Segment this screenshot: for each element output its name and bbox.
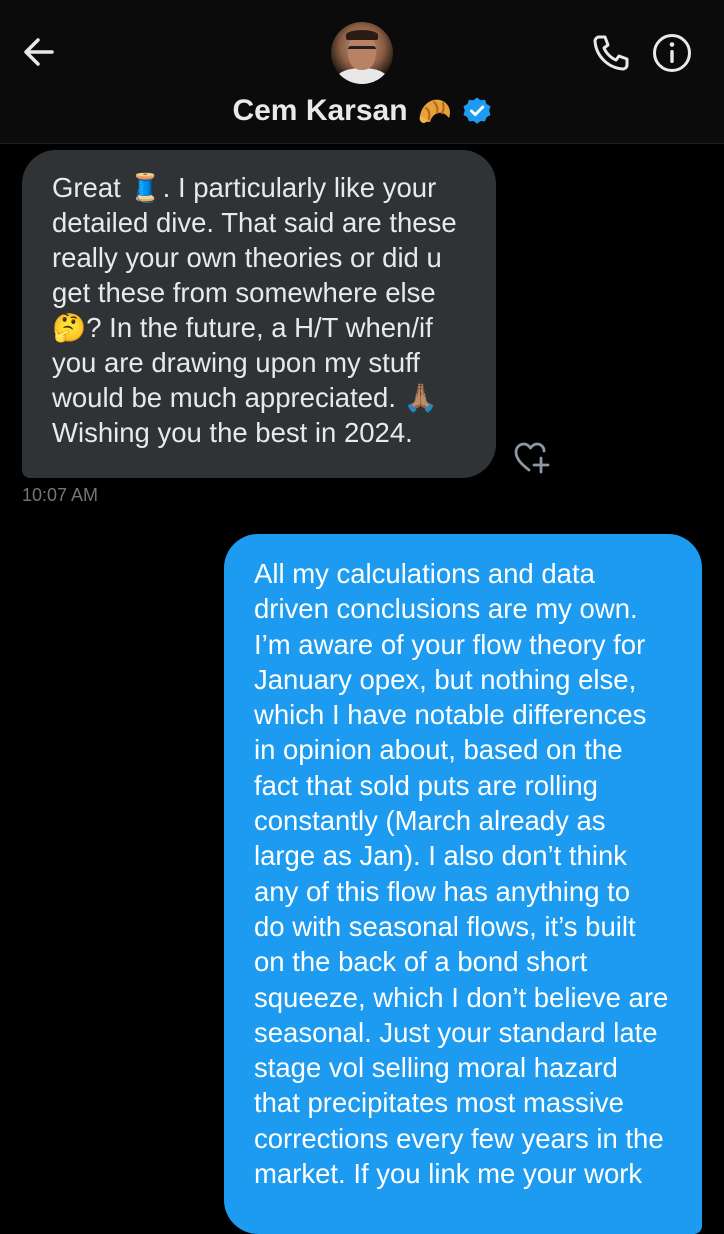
call-button[interactable] [590,32,632,74]
back-button[interactable] [18,30,62,74]
verified-badge-icon[interactable] [462,96,492,126]
avatar[interactable] [331,22,393,84]
outgoing-message-bubble[interactable]: All my calculations and data driven conc… [224,534,702,1234]
contact-title[interactable]: Cem Karsan [0,88,724,134]
croissant-icon [419,99,450,123]
info-button[interactable] [650,31,694,75]
message-timestamp: 10:07 AM [22,485,99,505]
info-icon [653,34,691,72]
contact-name: Cem Karsan [232,94,408,127]
arrow-left-icon [24,38,54,66]
conversation-header: Cem Karsan [0,0,724,144]
phone-icon [593,35,629,71]
incoming-message-bubble[interactable]: Great 🧵. I particularly like your detail… [22,150,496,478]
add-reaction-button[interactable] [512,440,552,476]
add-reaction-heart-icon [514,442,550,474]
